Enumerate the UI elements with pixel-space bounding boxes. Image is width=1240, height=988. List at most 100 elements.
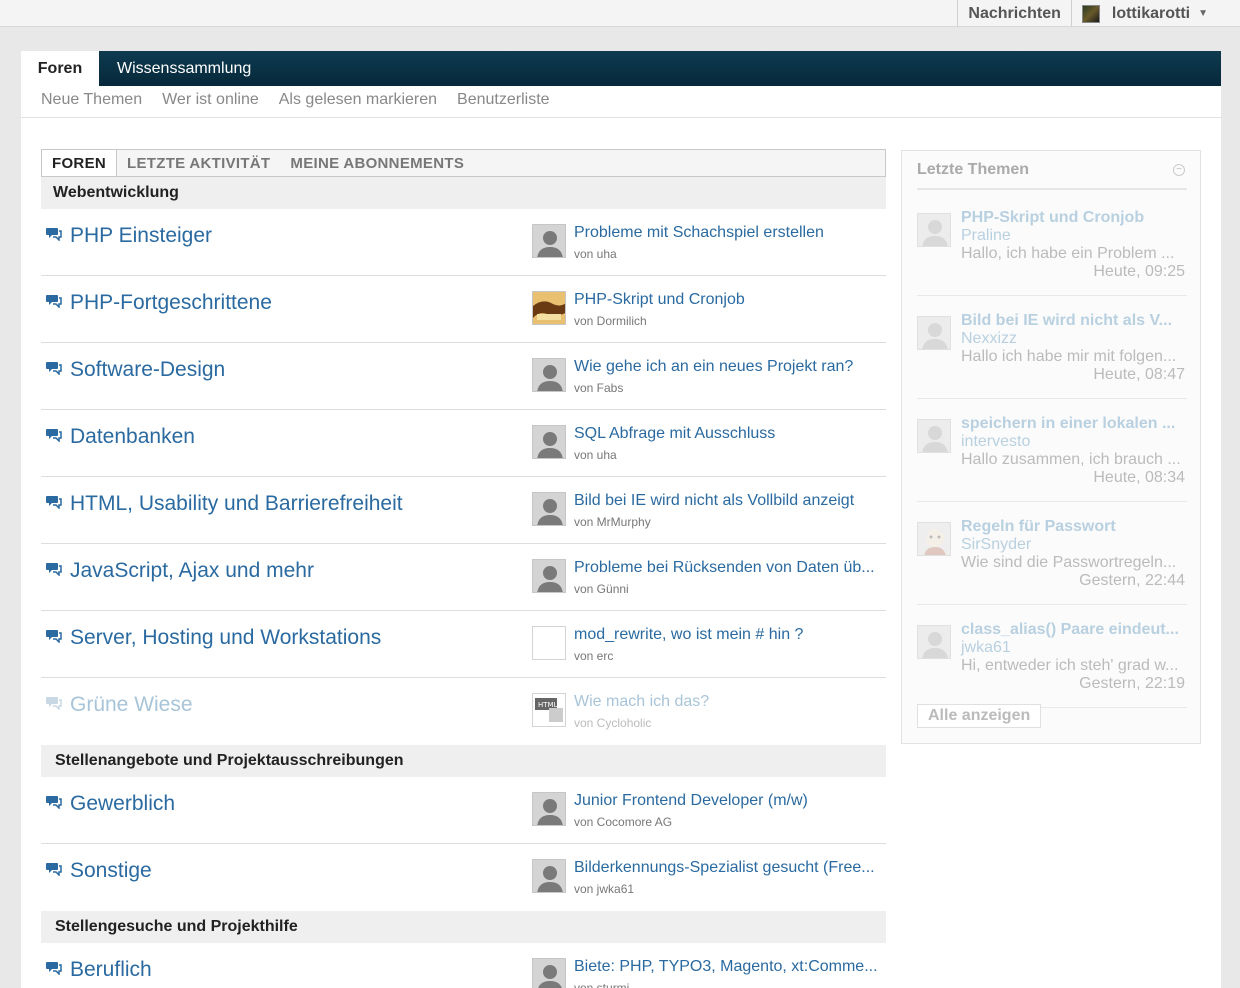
sidebar-topic-time: Heute, 08:34	[1093, 469, 1185, 486]
collapse-icon[interactable]: −	[1173, 164, 1185, 176]
forum-name-link[interactable]: Datenbanken	[70, 425, 195, 449]
avatar[interactable]	[917, 419, 951, 453]
last-post-author[interactable]: von Fabs	[574, 381, 623, 395]
forum-icon	[46, 862, 62, 877]
sidebar-topic-title-link[interactable]: speichern in einer lokalen ...	[961, 415, 1185, 433]
subnav-neue-themen[interactable]: Neue Themen	[41, 91, 142, 113]
sidebar-topic-title-link[interactable]: class_alias() Paare eindeut...	[961, 621, 1185, 639]
avatar[interactable]	[917, 625, 951, 659]
forum-icon	[46, 294, 62, 309]
forum-icon	[46, 428, 62, 443]
last-post-title-link[interactable]: Bild bei IE wird nicht als Vollbild anze…	[574, 492, 884, 510]
avatar[interactable]	[532, 559, 566, 593]
avatar[interactable]	[532, 626, 566, 660]
last-post-title-link[interactable]: Probleme mit Schachspiel erstellen	[574, 224, 884, 242]
last-post-title-link[interactable]: Wie gehe ich an ein neues Projekt ran?	[574, 358, 884, 376]
tab-foren[interactable]: Foren	[21, 51, 99, 86]
last-post-author[interactable]: von erc	[574, 649, 613, 663]
last-post-author[interactable]: von uha	[574, 448, 617, 462]
forum-name-link[interactable]: Beruflich	[70, 958, 152, 982]
avatar[interactable]	[532, 358, 566, 392]
sidebar-topic-title-link[interactable]: Bild bei IE wird nicht als V...	[961, 312, 1185, 330]
category-header[interactable]: Stellenangebote und Projektausschreibung…	[41, 745, 886, 777]
last-post-title-link[interactable]: mod_rewrite, wo ist mein # hin ?	[574, 626, 884, 644]
last-post-author[interactable]: von Günni	[574, 582, 629, 596]
subnav-als-gelesen-markieren[interactable]: Als gelesen markieren	[279, 91, 437, 113]
sidebar-topic-author-link[interactable]: Nexxizz	[961, 330, 1017, 348]
forum-row: PHP-Fortgeschrittene PHP-Skript und Cron…	[41, 276, 886, 343]
avatar[interactable]	[532, 492, 566, 526]
sidebar-topic-excerpt: Hallo ich habe mir mit folgen...	[961, 348, 1177, 365]
sidebar-topic-author-link[interactable]: Praline	[961, 227, 1011, 245]
tab-meine-abonnements[interactable]: MEINE ABONNEMENTS	[280, 150, 474, 176]
chevron-down-icon: ▼	[1198, 8, 1208, 19]
forum-name-link[interactable]: HTML, Usability und Barrierefreiheit	[70, 492, 403, 516]
last-post-author[interactable]: von MrMurphy	[574, 515, 651, 529]
subnav-wer-ist-online[interactable]: Wer ist online	[162, 91, 259, 113]
forum-row: Software-Design Wie gehe ich an ein neue…	[41, 343, 886, 410]
sidebar-topic-title-link[interactable]: PHP-Skript und Cronjob	[961, 209, 1185, 227]
last-post-author[interactable]: von uha	[574, 247, 617, 261]
sidebar-topic-author-link[interactable]: jwka61	[961, 639, 1011, 657]
tab-wissenssammlung[interactable]: Wissenssammlung	[117, 51, 251, 86]
sidebar-topic-excerpt: Wie sind die Passwortregeln...	[961, 554, 1177, 571]
divider	[21, 117, 1221, 118]
sidebar-title: Letzte Themen	[917, 161, 1030, 178]
last-post-author[interactable]: von Cycloholic	[574, 716, 651, 730]
forum-name-link[interactable]: Server, Hosting und Workstations	[70, 626, 381, 650]
tab-letzte-aktivitaet[interactable]: LETZTE AKTIVITÄT	[117, 150, 280, 176]
forum-name-link[interactable]: Gewerblich	[70, 792, 175, 816]
forum-name-link[interactable]: JavaScript, Ajax und mehr	[70, 559, 314, 583]
avatar[interactable]	[532, 224, 566, 258]
forum-name-link[interactable]: Grüne Wiese	[70, 693, 193, 717]
sidebar-topic-time: Gestern, 22:44	[1079, 572, 1185, 589]
messages-link[interactable]: Nachrichten	[957, 0, 1070, 27]
category-header[interactable]: Webentwicklung	[41, 177, 886, 209]
last-post-title-link[interactable]: Biete: PHP, TYPO3, Magento, xt:Comme...	[574, 958, 884, 976]
forum-row: PHP Einsteiger Probleme mit Schachspiel …	[41, 209, 886, 276]
forum-icon	[46, 961, 62, 976]
forum-icon	[46, 361, 62, 376]
user-menu[interactable]: lottikarotti ▼	[1070, 0, 1218, 27]
forum-row: Grüne Wiese HTML Wie mach ich das? von C…	[41, 678, 886, 745]
last-post-title-link[interactable]: SQL Abfrage mit Ausschluss	[574, 425, 884, 443]
last-post-title-link[interactable]: Wie mach ich das?	[574, 693, 884, 711]
show-all-button[interactable]: Alle anzeigen	[917, 704, 1042, 728]
latest-topics-sidebar: Letzte Themen − PHP-Skript und Cronjob P…	[901, 150, 1201, 744]
avatar[interactable]	[532, 425, 566, 459]
sidebar-topic-item: Regeln für Passwort SirSnyder Wie sind d…	[917, 515, 1187, 618]
tab-foren-list[interactable]: FOREN	[42, 150, 117, 176]
content-tabs: FOREN LETZTE AKTIVITÄT MEINE ABONNEMENTS	[41, 149, 886, 177]
divider	[917, 188, 1187, 190]
forum-row: HTML, Usability und Barrierefreiheit Bil…	[41, 477, 886, 544]
forum-icon	[46, 696, 62, 711]
last-post-author[interactable]: von Cocomore AG	[574, 815, 672, 829]
avatar[interactable]	[917, 316, 951, 350]
sidebar-topic-title-link[interactable]: Regeln für Passwort	[961, 518, 1185, 536]
last-post-author[interactable]: von sturmi	[574, 981, 629, 988]
forum-name-link[interactable]: Sonstige	[70, 859, 152, 883]
last-post-title-link[interactable]: Junior Frontend Developer (m/w)	[574, 792, 884, 810]
avatar[interactable]	[532, 958, 566, 988]
forum-name-link[interactable]: Software-Design	[70, 358, 225, 382]
avatar[interactable]	[532, 859, 566, 893]
avatar[interactable]	[532, 291, 566, 325]
forum-name-link[interactable]: PHP-Fortgeschrittene	[70, 291, 272, 315]
last-post-title-link[interactable]: PHP-Skript und Cronjob	[574, 291, 884, 309]
last-post-title-link[interactable]: Probleme bei Rücksenden von Daten üb...	[574, 559, 884, 577]
sidebar-topic-author-link[interactable]: intervesto	[961, 433, 1030, 451]
sidebar-topic-item: PHP-Skript und Cronjob Praline Hallo, ic…	[917, 206, 1187, 309]
avatar[interactable]	[532, 792, 566, 826]
last-post-author[interactable]: von jwka61	[574, 882, 634, 896]
last-post-title-link[interactable]: Bilderkennungs-Spezialist gesucht (Free.…	[574, 859, 884, 877]
forum-icon	[46, 495, 62, 510]
subnav-benutzerliste[interactable]: Benutzerliste	[457, 91, 550, 113]
sidebar-topic-author-link[interactable]: SirSnyder	[961, 536, 1031, 554]
category-header[interactable]: Stellengesuche und Projekthilfe	[41, 911, 886, 943]
forum-name-link[interactable]: PHP Einsteiger	[70, 224, 212, 248]
last-post-author[interactable]: von Dormilich	[574, 314, 647, 328]
avatar[interactable]	[917, 522, 951, 556]
avatar[interactable]: HTML	[532, 693, 566, 727]
forum-row: JavaScript, Ajax und mehr Probleme bei R…	[41, 544, 886, 611]
avatar[interactable]	[917, 213, 951, 247]
